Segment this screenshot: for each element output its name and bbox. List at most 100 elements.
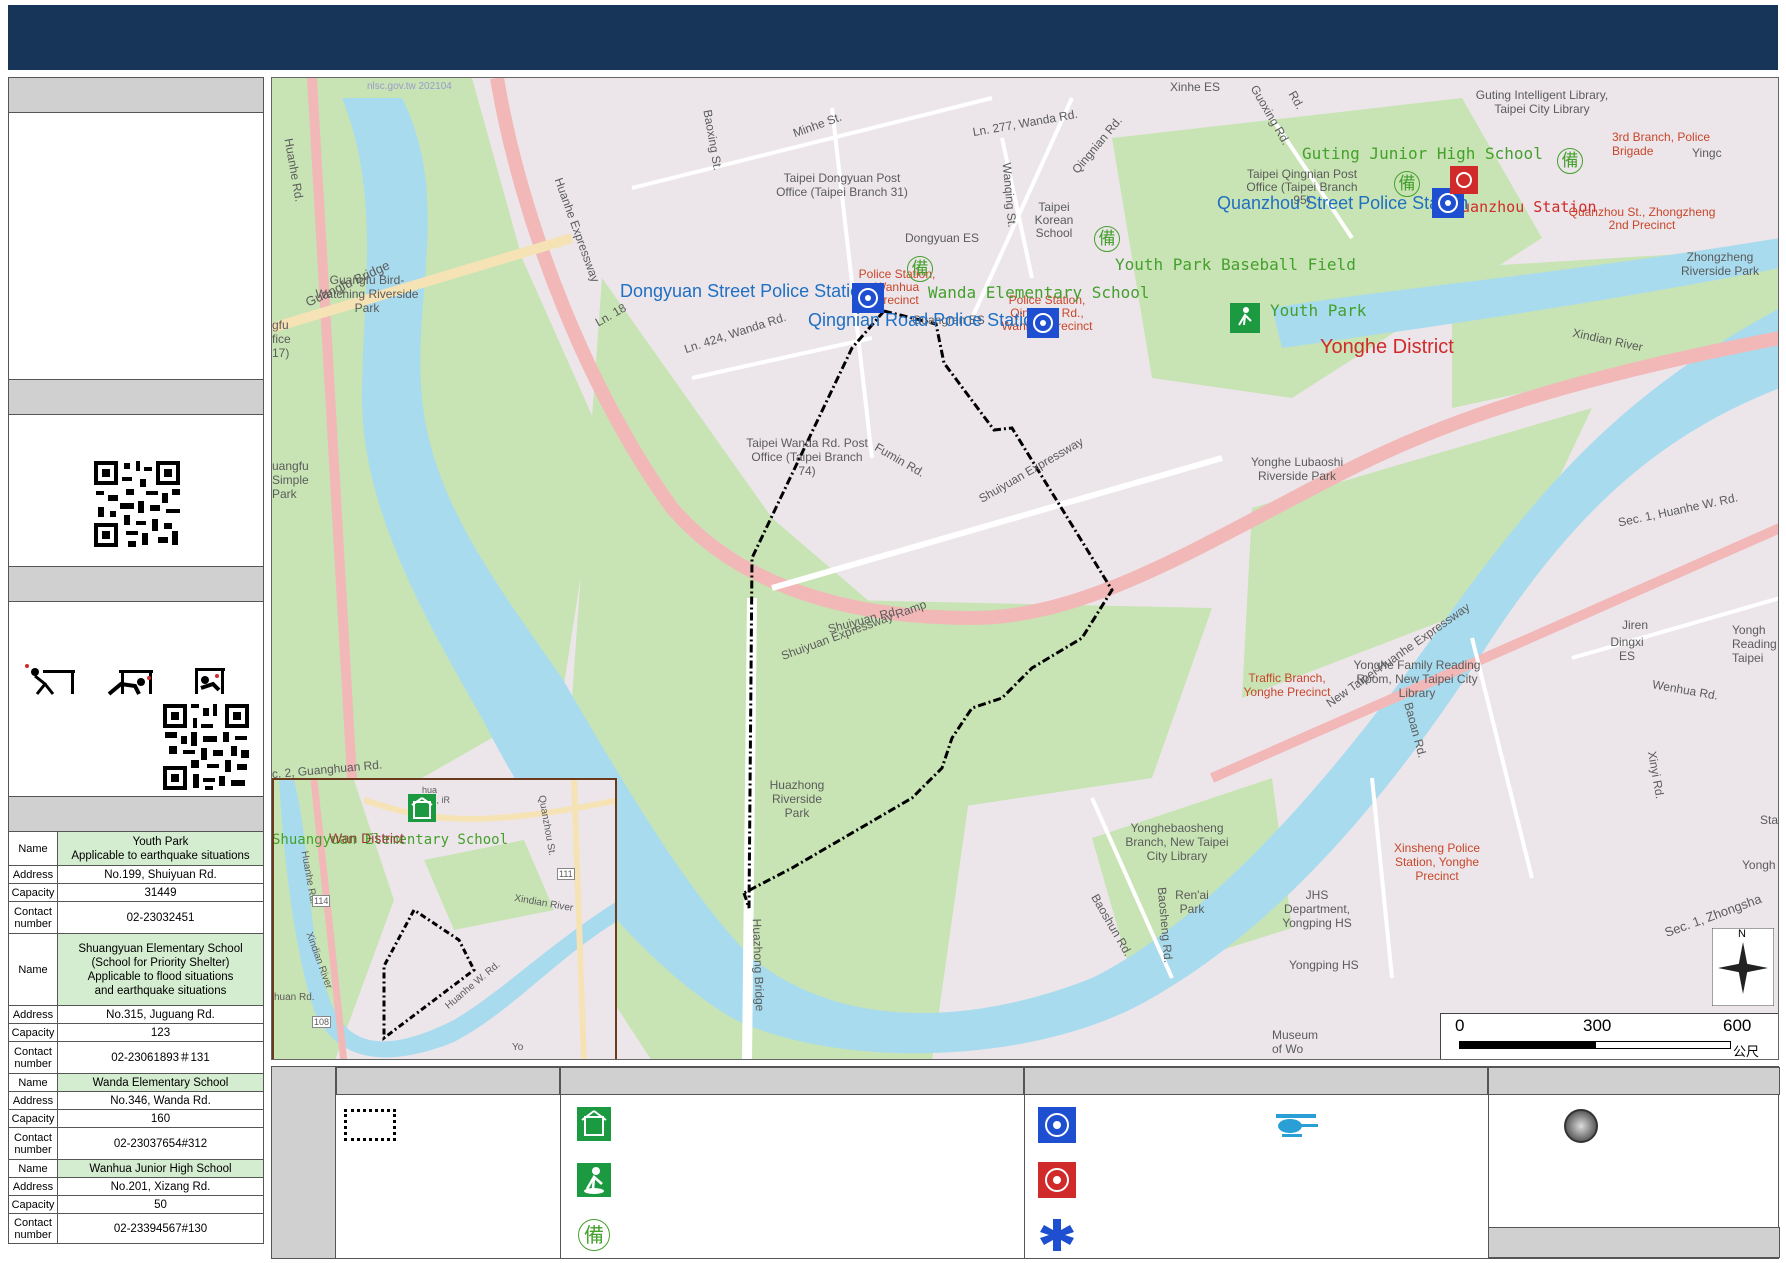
place-label: Traffic Branch, Yonghe Precinct — [1243, 671, 1331, 699]
reserve-supply-icon: 備 — [578, 1219, 610, 1251]
reserve-supply-icon[interactable]: 備 — [1557, 148, 1583, 174]
shelter-address: No.199, Shuiyuan Rd. — [57, 865, 264, 884]
place-label: Yongping HS — [1289, 958, 1359, 972]
hold-on-icon — [195, 668, 225, 694]
address-label: Address — [8, 865, 58, 884]
scale-bar: 0 300 600 公尺 — [1440, 1013, 1778, 1059]
shelter-name: Shuangyuan Elementary School (School for… — [57, 933, 264, 1006]
gray-circle-icon — [1564, 1109, 1598, 1143]
reserve-supply-icon[interactable]: 備 — [1094, 226, 1120, 252]
legend-header-4 — [1488, 1067, 1780, 1095]
shelter-address: No.201, Xizang Rd. — [57, 1177, 264, 1196]
name-label: Name — [8, 1073, 58, 1092]
address-label: Address — [8, 1177, 58, 1196]
reserve-supply-icon[interactable]: 備 — [1394, 171, 1420, 197]
name-label: Name — [8, 831, 58, 866]
scale-tick-600: 600 — [1723, 1016, 1752, 1035]
contact-label: Contact number — [8, 1127, 58, 1160]
name-label: Name — [8, 1159, 58, 1178]
scale-tick-0: 0 — [1455, 1016, 1465, 1035]
place-label: Xinhe ES — [1170, 80, 1221, 94]
section-header-2 — [8, 379, 264, 415]
cover-icon — [107, 670, 153, 696]
contact-label: Contact number — [8, 901, 58, 934]
shelter-contact: 02-23394567#130 — [57, 1213, 264, 1244]
inset-map[interactable]: Shuangyuan Elementary School Wan Distric… — [272, 778, 617, 1059]
wanda-es-label: Wanda Elementary School — [928, 283, 1150, 302]
capacity-label: Capacity — [8, 1109, 58, 1128]
scale-tick-300: 300 — [1583, 1016, 1612, 1035]
place-label: gfu fice 17) — [272, 318, 291, 360]
drop-icon — [25, 664, 75, 695]
contact-label: Contact number — [8, 1041, 58, 1074]
fire-station-icon[interactable] — [1450, 166, 1478, 194]
info-box — [8, 112, 264, 380]
address-label: Address — [8, 1005, 58, 1024]
map-view[interactable]: nlsc.gov.tw 202104 Yonghe District Minhe… — [271, 77, 1779, 1060]
inset-road-label: Yo — [512, 1042, 524, 1053]
indoor-shelter-icon[interactable] — [408, 794, 436, 822]
police-station-icon[interactable] — [1027, 308, 1059, 338]
route-shield: 111 — [557, 868, 575, 880]
shelter-name: Wanda Elementary School — [57, 1073, 264, 1092]
place-label: Sta — [1760, 813, 1779, 827]
legend-divider — [1024, 1095, 1025, 1258]
title-bar — [8, 5, 1778, 70]
shelter-table: Name Youth Park Applicable to earthquake … — [8, 831, 264, 1244]
legend: 備 — [271, 1066, 1780, 1259]
qr-box — [8, 414, 264, 567]
reserve-supply-icon[interactable]: 備 — [907, 256, 933, 282]
place-label: Ren'ai Park — [1175, 888, 1209, 916]
place-label: Yingc — [1692, 146, 1722, 160]
evacuation-boundary-icon — [344, 1109, 396, 1141]
place-label: Jiren — [1622, 618, 1649, 632]
quanzhou-police-label: Quanzhou Street Police Station — [1217, 193, 1469, 213]
shelter-address: No.346, Wanda Rd. — [57, 1091, 264, 1110]
scale-segment-1 — [1459, 1041, 1595, 1049]
shelter-name: Youth Park Applicable to earthquake situ… — [57, 831, 264, 866]
place-label: uangfu Simple Park — [272, 459, 309, 501]
place-label: Yonghebaosheng Branch, New Taipei City L… — [1125, 821, 1229, 863]
name-label: Name — [8, 933, 58, 1006]
outdoor-shelter-icon — [577, 1163, 611, 1197]
police-station-icon[interactable] — [852, 283, 884, 313]
capacity-label: Capacity — [8, 1195, 58, 1214]
section-header-1 — [8, 77, 264, 113]
place-label: Yonghe Family Reading Room, New Taipei C… — [1353, 658, 1481, 700]
legend-header-3 — [1024, 1067, 1488, 1095]
medical-icon — [1040, 1219, 1074, 1251]
shelter-contact: 02-23037654#312 — [57, 1127, 264, 1160]
legend-header-2 — [560, 1067, 1024, 1095]
scale-segment-2 — [1595, 1041, 1731, 1049]
place-label: Taipei Korean School — [1034, 200, 1074, 240]
guting-jhs-label: Guting Junior High School — [1302, 144, 1543, 163]
route-shield: 108 — [312, 1016, 332, 1028]
helicopter-icon — [1276, 1114, 1318, 1137]
shelter-name: Wanhua Junior High School — [57, 1159, 264, 1178]
place-label: Taipei Dongyuan Post Office (Taipei Bran… — [776, 171, 908, 199]
route-shield: 114 — [312, 895, 331, 907]
place-label: Dingxi ES — [1610, 635, 1644, 663]
legend-header-1 — [336, 1067, 560, 1095]
qr-code-icon[interactable] — [92, 459, 182, 549]
place-label: Taipei Wanda Rd. Post Office (Taipei Bra… — [746, 436, 868, 478]
place-label: Xinsheng Police Station, Yonghe Precinct — [1393, 841, 1481, 883]
legend-footer-cell — [1488, 1227, 1780, 1258]
place-label: Yonghe Lubaoshi Riverside Park — [1250, 455, 1344, 483]
qr-code-icon-2[interactable] — [161, 702, 251, 792]
watermark: nlsc.gov.tw 202104 — [367, 81, 452, 92]
shelter-contact: 02-23032451 — [57, 901, 264, 934]
place-label: JHS Department, Yongping HS — [1282, 888, 1352, 930]
inset-road-label: huan Rd. — [274, 992, 315, 1003]
legend-title-cell — [272, 1067, 336, 1258]
earthquake-guide-box — [8, 601, 264, 797]
inset-district-label: Wan District — [329, 830, 404, 846]
park-shelter-icon[interactable] — [1230, 303, 1260, 333]
place-label: Zhongzheng Riverside Park — [1680, 250, 1760, 278]
shelter-capacity: 31449 — [57, 883, 264, 902]
fire-station-icon — [1038, 1162, 1076, 1198]
legend-divider — [560, 1095, 561, 1258]
shelter-capacity: 160 — [57, 1109, 264, 1128]
section-header-3 — [8, 566, 264, 602]
shelter-contact: 02-23061893＃131 — [57, 1041, 264, 1074]
